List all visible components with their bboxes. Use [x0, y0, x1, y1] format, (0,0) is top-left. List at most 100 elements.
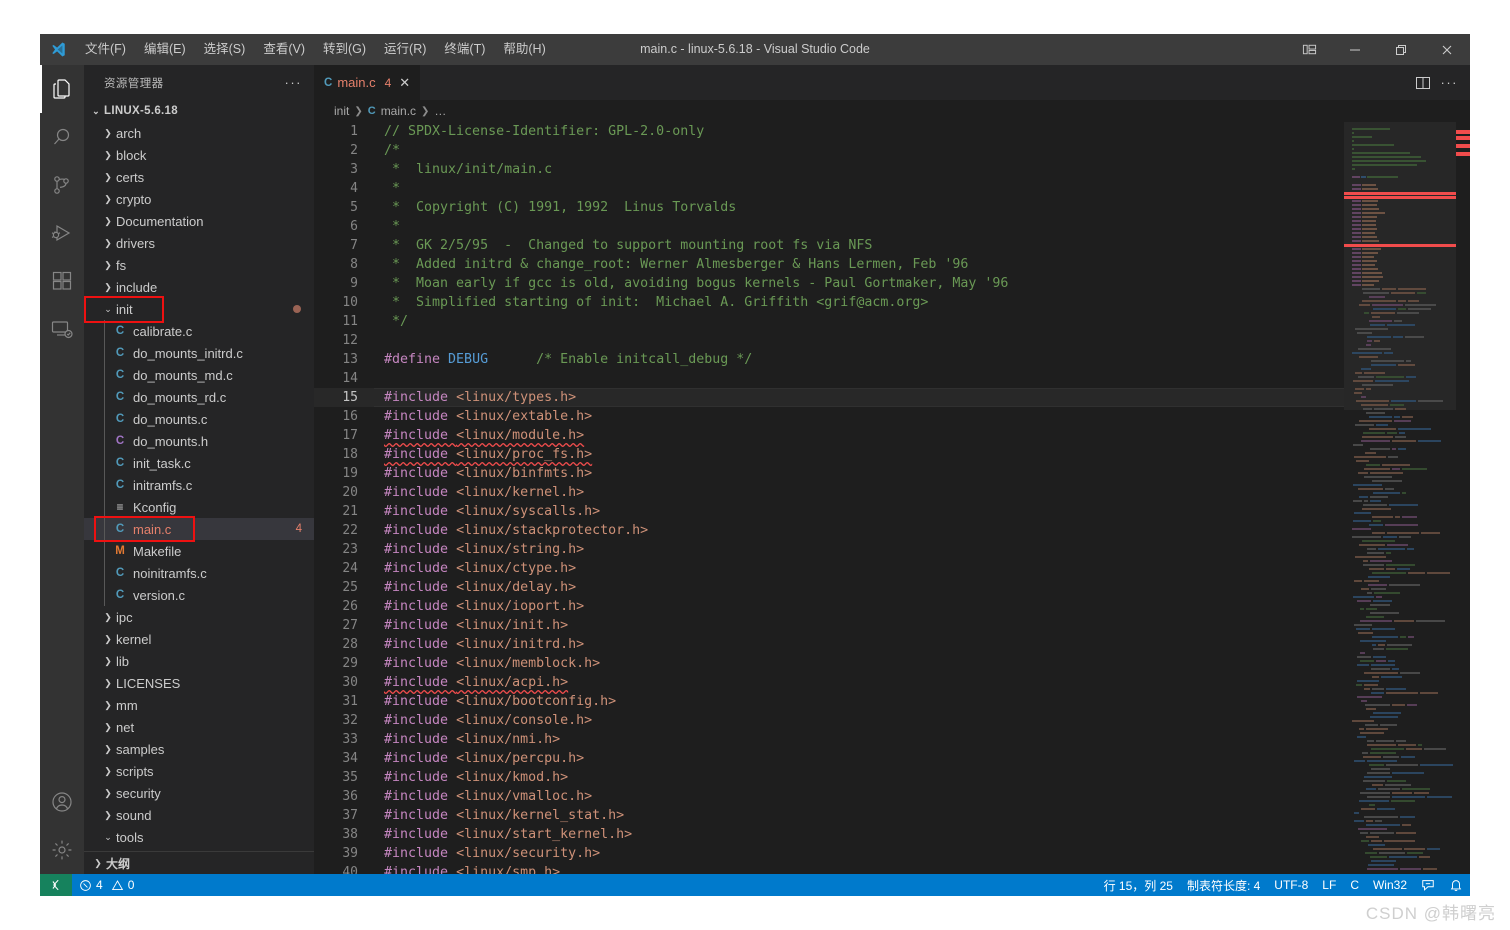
tree-item-version-c[interactable]: Cversion.c — [84, 584, 314, 606]
status-eol[interactable]: LF — [1315, 874, 1343, 896]
code-line[interactable]: 22 #include <linux/stackprotector.h> — [314, 521, 1344, 540]
tree-item-do-mounts-md-c[interactable]: Cdo_mounts_md.c — [84, 364, 314, 386]
minimize-button[interactable] — [1332, 34, 1378, 65]
menu-view[interactable]: 查看(V) — [254, 34, 314, 65]
menu-edit[interactable]: 编辑(E) — [135, 34, 195, 65]
tree-item-do-mounts-initrd-c[interactable]: Cdo_mounts_initrd.c — [84, 342, 314, 364]
code-line[interactable]: 2 /* — [314, 141, 1344, 160]
menu-go[interactable]: 转到(G) — [314, 34, 375, 65]
breadcrumb-init[interactable]: init — [334, 104, 349, 118]
code-line[interactable]: 35 #include <linux/kmod.h> — [314, 768, 1344, 787]
code-line[interactable]: 17 #include <linux/module.h> — [314, 426, 1344, 445]
tree-item-net[interactable]: ❯ net — [84, 716, 314, 738]
code-line[interactable]: 27 #include <linux/init.h> — [314, 616, 1344, 635]
code-line[interactable]: 40 #include <linux/smp.h> — [314, 863, 1344, 874]
code-line[interactable]: 32 #include <linux/console.h> — [314, 711, 1344, 730]
tree-item-do-mounts-h[interactable]: Cdo_mounts.h — [84, 430, 314, 452]
close-button[interactable] — [1424, 34, 1470, 65]
status-tab-size[interactable]: 制表符长度: 4 — [1180, 874, 1267, 896]
status-cursor-position[interactable]: 行 15，列 25 — [1097, 874, 1180, 896]
customize-layout-button[interactable] — [1286, 34, 1332, 65]
tree-item-init-task-c[interactable]: Cinit_task.c — [84, 452, 314, 474]
tree-root-linux[interactable]: ⌄ LINUX-5.6.18 — [84, 100, 314, 122]
code-line[interactable]: 7 * GK 2/5/95 - Changed to support mount… — [314, 236, 1344, 255]
code-line[interactable]: 10 * Simplified starting of init: Michae… — [314, 293, 1344, 312]
activity-run-debug[interactable] — [40, 209, 84, 257]
tree-item-sound[interactable]: ❯ sound — [84, 804, 314, 826]
tree-item-noinitramfs-c[interactable]: Cnoinitramfs.c — [84, 562, 314, 584]
menu-terminal[interactable]: 终端(T) — [435, 34, 494, 65]
tree-item-kernel[interactable]: ❯ kernel — [84, 628, 314, 650]
code-line[interactable]: 1 // SPDX-License-Identifier: GPL-2.0-onl… — [314, 122, 1344, 141]
tab-close-icon[interactable]: ✕ — [399, 75, 410, 91]
activity-remote-explorer[interactable] — [40, 305, 84, 353]
menu-run[interactable]: 运行(R) — [375, 34, 435, 65]
status-language-mode[interactable]: C — [1343, 874, 1366, 896]
code-line[interactable]: 21 #include <linux/syscalls.h> — [314, 502, 1344, 521]
activity-extensions[interactable] — [40, 257, 84, 305]
tree-item-lib[interactable]: ❯ lib — [84, 650, 314, 672]
tree-item-do-mounts-rd-c[interactable]: Cdo_mounts_rd.c — [84, 386, 314, 408]
tree-item-arch[interactable]: ❯ arch — [84, 122, 314, 144]
tree-item-tools[interactable]: ⌄ tools — [84, 826, 314, 848]
code-line[interactable]: 13 #define DEBUG /* Enable initcall_debug… — [314, 350, 1344, 369]
activity-settings-gear-icon[interactable] — [40, 826, 84, 874]
breadcrumb-main-c[interactable]: main.c — [381, 104, 416, 118]
tree-item-documentation[interactable]: ❯ Documentation — [84, 210, 314, 232]
code-line[interactable]: 31 #include <linux/bootconfig.h> — [314, 692, 1344, 711]
file-tree[interactable]: ⌄ LINUX-5.6.18 ❯ arch ❯ block ❯ certs ❯ crypto ❯ Do… — [84, 100, 314, 851]
tree-item-kconfig[interactable]: ≡ Kconfig — [84, 496, 314, 518]
code-line[interactable]: 18 #include <linux/proc_fs.h> — [314, 445, 1344, 464]
tree-item-include[interactable]: ❯ include — [84, 276, 314, 298]
tab-main-c[interactable]: C main.c 4 ✕ — [314, 65, 422, 100]
tree-item-crypto[interactable]: ❯ crypto — [84, 188, 314, 210]
code-line[interactable]: 29 #include <linux/memblock.h> — [314, 654, 1344, 673]
status-encoding[interactable]: UTF-8 — [1267, 874, 1315, 896]
tree-item-drivers[interactable]: ❯ drivers — [84, 232, 314, 254]
tree-item-init[interactable]: ⌄ init — [84, 298, 314, 320]
code-line[interactable]: 23 #include <linux/string.h> — [314, 540, 1344, 559]
code-line[interactable]: 28 #include <linux/initrd.h> — [314, 635, 1344, 654]
code-line[interactable]: 9 * Moan early if gcc is old, avoiding b… — [314, 274, 1344, 293]
activity-source-control[interactable] — [40, 161, 84, 209]
code-line[interactable]: 37 #include <linux/kernel_stat.h> — [314, 806, 1344, 825]
activity-search[interactable] — [40, 113, 84, 161]
breadcrumb-symbols[interactable]: … — [434, 104, 446, 118]
menu-selection[interactable]: 选择(S) — [195, 34, 255, 65]
code-line[interactable]: 26 #include <linux/ioport.h> — [314, 597, 1344, 616]
code-line[interactable]: 8 * Added initrd & change_root: Werner A… — [314, 255, 1344, 274]
code-line[interactable]: 15 #include <linux/types.h> — [314, 388, 1344, 407]
code-line[interactable]: 30 #include <linux/acpi.h> — [314, 673, 1344, 692]
tree-item-mm[interactable]: ❯ mm — [84, 694, 314, 716]
code-line[interactable]: 12 — [314, 331, 1344, 350]
code-line[interactable]: 24 #include <linux/ctype.h> — [314, 559, 1344, 578]
code-line[interactable]: 6 * — [314, 217, 1344, 236]
tree-item-makefile[interactable]: M Makefile — [84, 540, 314, 562]
tree-item-main-c[interactable]: Cmain.c 4 — [84, 518, 314, 540]
outline-section-header[interactable]: ❯ 大纲 — [84, 851, 314, 874]
code-line[interactable]: 20 #include <linux/kernel.h> — [314, 483, 1344, 502]
explorer-more-actions-icon[interactable]: ··· — [285, 75, 303, 90]
tree-item-initramfs-c[interactable]: Cinitramfs.c — [84, 474, 314, 496]
code-line[interactable]: 11 */ — [314, 312, 1344, 331]
code-line[interactable]: 3 * linux/init/main.c — [314, 160, 1344, 179]
status-notifications-bell-icon[interactable] — [1442, 874, 1470, 896]
code-line[interactable]: 36 #include <linux/vmalloc.h> — [314, 787, 1344, 806]
tree-item-licenses[interactable]: ❯ LICENSES — [84, 672, 314, 694]
maximize-button[interactable] — [1378, 34, 1424, 65]
tree-item-fs[interactable]: ❯ fs — [84, 254, 314, 276]
tree-item-do-mounts-c[interactable]: Cdo_mounts.c — [84, 408, 314, 430]
tree-item-samples[interactable]: ❯ samples — [84, 738, 314, 760]
menu-file[interactable]: 文件(F) — [76, 34, 135, 65]
overview-ruler[interactable] — [1456, 122, 1470, 874]
code-line[interactable]: 38 #include <linux/start_kernel.h> — [314, 825, 1344, 844]
code-editor[interactable]: 1 // SPDX-License-Identifier: GPL-2.0-onl… — [314, 122, 1344, 874]
code-line[interactable]: 19 #include <linux/binfmts.h> — [314, 464, 1344, 483]
tree-item-certs[interactable]: ❯ certs — [84, 166, 314, 188]
status-feedback-icon[interactable] — [1414, 874, 1442, 896]
status-remote-indicator[interactable] — [40, 874, 72, 896]
status-platform[interactable]: Win32 — [1366, 874, 1414, 896]
tree-item-ipc[interactable]: ❯ ipc — [84, 606, 314, 628]
tree-item-block[interactable]: ❯ block — [84, 144, 314, 166]
split-editor-icon[interactable] — [1415, 75, 1431, 91]
